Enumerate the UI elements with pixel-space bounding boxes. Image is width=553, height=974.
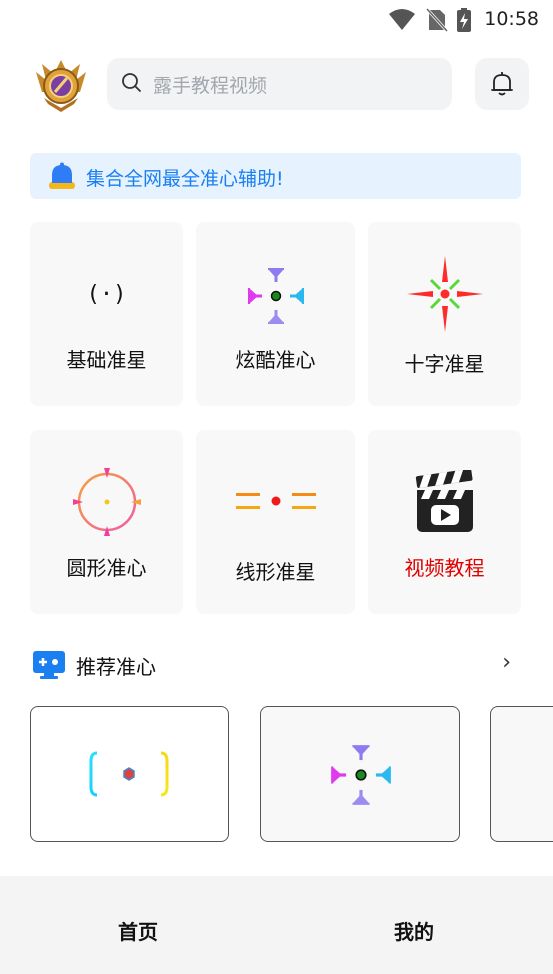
- wifi-icon: [389, 9, 415, 30]
- rank-badge-avatar[interactable]: [30, 58, 92, 114]
- cool-crosshair-icon: [247, 268, 304, 324]
- category-label: 基础准星: [66, 348, 147, 372]
- bell-icon: [491, 72, 513, 96]
- battery-charging-icon: [457, 8, 471, 32]
- cool-crosshair-icon: [331, 745, 391, 805]
- no-sim-icon: [426, 8, 448, 32]
- line-crosshair-icon: [235, 493, 316, 509]
- cross-crosshair-icon: [406, 256, 483, 332]
- status-bar: 10:58: [0, 0, 553, 40]
- tab-home[interactable]: 首页: [78, 916, 198, 945]
- category-video-tutorial[interactable]: 视频教程: [368, 430, 521, 614]
- notification-button[interactable]: [475, 58, 529, 110]
- category-label: 十字准星: [404, 352, 485, 376]
- recommend-item[interactable]: [30, 706, 229, 842]
- search-input[interactable]: 露手教程视频: [153, 71, 267, 98]
- category-basic-crosshair[interactable]: (·) 基础准星: [30, 222, 183, 406]
- notice-banner[interactable]: 集合全网最全准心辅助!: [30, 153, 521, 199]
- search-bar[interactable]: 露手教程视频: [107, 58, 452, 110]
- alert-bell-icon: [49, 162, 75, 189]
- category-cross-crosshair[interactable]: 十字准星: [368, 222, 521, 406]
- category-circle-crosshair[interactable]: 圆形准心: [30, 430, 183, 614]
- category-cool-crosshair[interactable]: 炫酷准心: [196, 222, 355, 406]
- category-label: 视频教程: [404, 556, 485, 580]
- search-icon: [122, 73, 141, 92]
- circle-crosshair-icon: [72, 468, 141, 536]
- bottom-navigation: 首页 我的: [0, 876, 553, 974]
- category-label: 炫酷准心: [235, 348, 316, 372]
- tab-mine[interactable]: 我的: [354, 916, 474, 945]
- category-line-crosshair[interactable]: 线形准星: [196, 430, 355, 614]
- video-clapper-icon: [415, 470, 473, 532]
- status-time: 10:58: [484, 8, 539, 30]
- basic-crosshair-icon: (·): [86, 282, 127, 307]
- recommend-item-partial[interactable]: [490, 706, 553, 842]
- recommend-title: 推荐准心: [76, 655, 156, 679]
- category-label: 线形准星: [235, 560, 316, 584]
- recommend-section-header[interactable]: 推荐准心 ›: [30, 648, 521, 682]
- category-label: 圆形准心: [66, 556, 147, 580]
- chevron-right-icon[interactable]: ›: [502, 650, 511, 675]
- recommend-screen-icon: [33, 651, 65, 679]
- bracket-crosshair-icon: [89, 751, 169, 797]
- notice-text: 集合全网最全准心辅助!: [86, 168, 284, 190]
- recommend-item[interactable]: [260, 706, 460, 842]
